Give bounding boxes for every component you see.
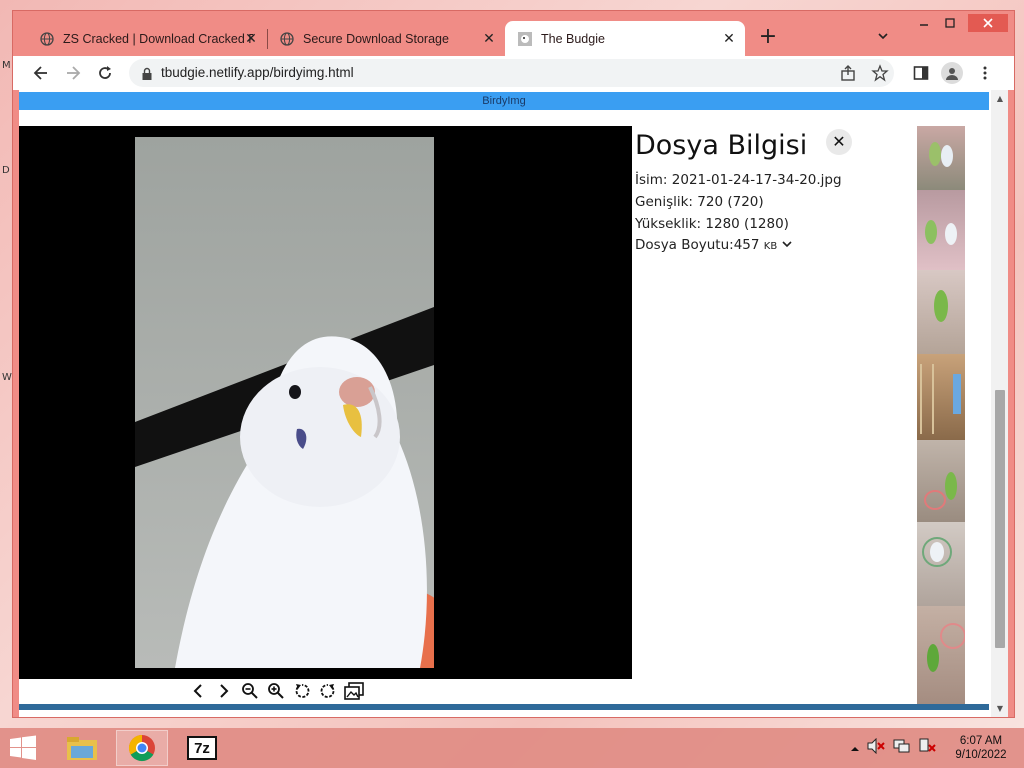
chrome-icon[interactable] — [116, 730, 168, 766]
page-viewport: BirdyImg Dosya Bilgisi ✕ İsim: 2021-01-2… — [19, 90, 1008, 717]
thumbnail[interactable] — [917, 440, 965, 522]
system-tray — [850, 736, 938, 760]
browser-toolbar: tbudgie.netlify.app/birdyimg.html — [13, 56, 1014, 90]
desktop-label-m: M — [2, 60, 11, 71]
prev-icon[interactable] — [187, 680, 209, 702]
file-size-row[interactable]: Dosya Boyutu:457 KB — [635, 237, 792, 253]
new-tab-button[interactable]: + — [756, 26, 780, 50]
back-icon[interactable] — [31, 63, 51, 83]
desktop-label-d: D — [2, 165, 10, 176]
clock[interactable]: 6:07 AM 9/10/2022 — [946, 734, 1016, 762]
image-stage — [19, 126, 632, 679]
file-width-value: 720 (720) — [697, 194, 764, 210]
tab-search-chevron-icon[interactable] — [876, 28, 896, 48]
file-height-label: Yükseklik: — [635, 216, 702, 232]
page-footer-bar — [19, 704, 989, 710]
taskbar: 7z 6:07 AM 9/10/2022 — [0, 728, 1024, 768]
image-controls — [187, 680, 365, 704]
file-size-unit: KB — [763, 241, 778, 252]
close-tab-icon[interactable]: ✕ — [721, 30, 737, 46]
action-center-icon[interactable] — [918, 738, 938, 758]
forward-icon[interactable] — [63, 63, 83, 83]
tab-secure-download[interactable]: Secure Download Storage ✕ — [267, 21, 505, 56]
thumbnail[interactable] — [917, 522, 965, 606]
thumbnail[interactable] — [917, 270, 965, 354]
thumbnail-strip — [917, 126, 965, 706]
close-info-button[interactable]: ✕ — [826, 129, 852, 155]
tab-the-budgie[interactable]: The Budgie ✕ — [505, 21, 745, 56]
budgie-favicon-icon — [517, 31, 533, 47]
file-size-label: Dosya Boyutu: — [635, 237, 734, 253]
address-bar[interactable]: tbudgie.netlify.app/birdyimg.html — [129, 59, 894, 87]
url-text: tbudgie.netlify.app/birdyimg.html — [161, 65, 354, 80]
tab-title: The Budgie — [541, 31, 605, 46]
chevron-down-icon[interactable] — [781, 237, 792, 253]
side-panel-icon[interactable] — [911, 63, 931, 83]
share-icon[interactable] — [839, 64, 857, 86]
budgie-photo — [135, 137, 434, 668]
file-height-value: 1280 (1280) — [705, 216, 789, 232]
scrollbar-thumb[interactable] — [995, 390, 1005, 648]
windows-start-icon[interactable] — [8, 735, 40, 761]
maximize-button[interactable] — [935, 14, 965, 32]
globe-icon — [279, 31, 295, 47]
lock-icon[interactable] — [141, 66, 153, 85]
file-size-value: 457 — [733, 237, 760, 253]
file-name-label: İsim: — [635, 172, 668, 188]
file-info-panel: Dosya Bilgisi ✕ İsim: 2021-01-24-17-34-2… — [635, 128, 925, 278]
close-tab-icon[interactable]: ✕ — [243, 30, 259, 46]
tab-title: ZS Cracked | Download Cracked P — [63, 31, 253, 46]
file-name-value: 2021-01-24-17-34-20.jpg — [671, 172, 842, 188]
file-explorer-icon[interactable] — [56, 730, 108, 766]
tray-overflow-icon[interactable] — [850, 739, 860, 758]
tab-strip: ZS Cracked | Download Cracked P ✕ Secure… — [13, 11, 1014, 56]
file-name-row: İsim: 2021-01-24-17-34-20.jpg — [635, 172, 842, 188]
zoom-out-icon[interactable] — [239, 680, 261, 702]
file-width-label: Genişlik: — [635, 194, 693, 210]
thumbnail[interactable] — [917, 190, 965, 270]
browser-window: ZS Cracked | Download Cracked P ✕ Secure… — [12, 10, 1015, 718]
close-window-button[interactable] — [968, 14, 1008, 32]
volume-muted-icon[interactable] — [866, 737, 886, 758]
zoom-in-icon[interactable] — [265, 680, 287, 702]
7zip-label: 7z — [187, 736, 217, 760]
thumbnail[interactable] — [917, 354, 965, 440]
page-header-bar: BirdyImg — [19, 92, 989, 110]
globe-icon — [39, 31, 55, 47]
reload-icon[interactable] — [95, 63, 115, 83]
network-icon[interactable] — [892, 738, 912, 758]
thumbnail[interactable] — [917, 126, 965, 190]
file-height-row: Yükseklik: 1280 (1280) — [635, 216, 789, 232]
thumbnail[interactable] — [917, 606, 965, 706]
next-icon[interactable] — [213, 680, 235, 702]
desktop-label-w: W — [2, 372, 12, 383]
file-info-title: Dosya Bilgisi — [635, 130, 808, 161]
tab-title: Secure Download Storage — [303, 31, 449, 46]
rotate-left-icon[interactable] — [291, 680, 313, 702]
scroll-down-icon[interactable]: ▼ — [995, 704, 1005, 714]
profile-avatar-icon[interactable] — [941, 62, 963, 84]
scroll-up-icon[interactable]: ▲ — [995, 94, 1005, 104]
tab-zs-cracked[interactable]: ZS Cracked | Download Cracked P ✕ — [27, 21, 268, 56]
rotate-right-icon[interactable] — [317, 680, 339, 702]
file-width-row: Genişlik: 720 (720) — [635, 194, 764, 210]
vertical-scrollbar[interactable]: ▲ ▼ — [991, 90, 1008, 717]
close-tab-icon[interactable]: ✕ — [481, 30, 497, 46]
menu-kebab-icon[interactable] — [975, 63, 995, 83]
gallery-icon[interactable] — [343, 680, 365, 702]
7zip-icon[interactable]: 7z — [176, 730, 228, 766]
bookmark-star-icon[interactable] — [871, 64, 889, 86]
clock-date: 9/10/2022 — [955, 749, 1007, 761]
clock-time: 6:07 AM — [959, 735, 1003, 747]
